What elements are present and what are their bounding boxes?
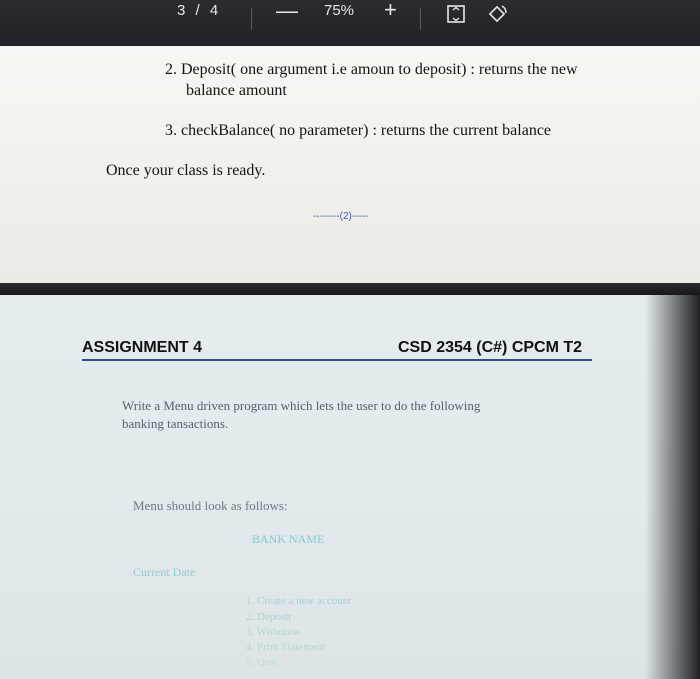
pdf-toolbar: 3 / 4 — 75% + <box>0 0 700 46</box>
toolbar-divider <box>251 8 252 30</box>
once-ready-text: Once your class is ready. <box>106 162 266 179</box>
photo-shadow <box>645 295 700 679</box>
menu-intro: Menu should look as follows: <box>133 498 288 513</box>
item-2-line-1: 2. Deposit( one argument i.e amoun to de… <box>165 61 578 78</box>
assignment-title: ASSIGNMENT 4 <box>82 339 203 356</box>
item-3: 3. checkBalance( no parameter) : returns… <box>165 122 552 139</box>
menu-item: 4. Print Statement <box>246 641 326 653</box>
menu-item: 5. Quit <box>246 656 277 668</box>
current-date: Current Date <box>133 565 196 579</box>
item-2-line-2: balance amount <box>186 82 287 99</box>
total-pages: 4 <box>209 2 219 19</box>
current-page[interactable]: 3 <box>177 2 185 19</box>
menu-item: 1. Create a new account <box>246 595 352 607</box>
page-gap <box>0 283 700 295</box>
page-indicator: 3 / 4 <box>177 2 224 19</box>
intro-line-1: Write a Menu driven program which lets t… <box>122 398 481 413</box>
menu-item: 2. Deposit <box>246 611 292 623</box>
intro-line-2: banking tansactions. <box>122 416 229 431</box>
fit-page-icon[interactable] <box>446 4 466 24</box>
bank-name: BANK NAME <box>252 532 325 546</box>
zoom-level: 75% <box>324 2 355 19</box>
toolbar-divider <box>420 8 421 30</box>
course-code: CSD 2354 (C#) CPCM T2 <box>398 339 583 356</box>
zoom-out-button[interactable]: — <box>276 0 298 24</box>
rotate-icon[interactable] <box>486 3 508 25</box>
zoom-in-button[interactable]: + <box>384 0 397 23</box>
page-number-marker: --------(2)----- <box>313 211 369 222</box>
heading-rule <box>82 359 592 361</box>
page-separator: / <box>195 2 200 19</box>
menu-item: 3. Withdraw <box>246 626 301 638</box>
pdf-page-1: 2. Deposit( one argument i.e amoun to de… <box>0 46 700 283</box>
pdf-page-2: ASSIGNMENT 4 CSD 2354 (C#) CPCM T2 Write… <box>0 295 700 679</box>
